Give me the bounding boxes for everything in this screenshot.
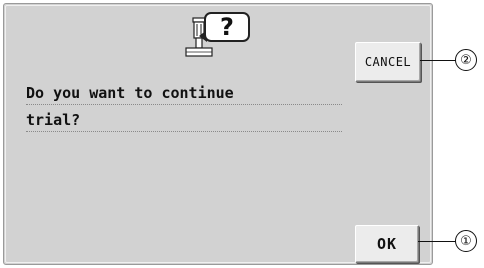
cancel-callout-number: ② — [455, 49, 477, 71]
cancel-callout-line — [420, 60, 456, 61]
message-line-2: trial? — [26, 111, 342, 132]
ok-button[interactable]: OK — [355, 225, 419, 263]
dialog-panel: ? Do you want to continue trial? CANCEL … — [3, 3, 433, 265]
message-line-1: Do you want to continue — [26, 84, 342, 105]
cancel-button[interactable]: CANCEL — [355, 42, 421, 82]
ok-callout-line — [418, 241, 456, 242]
question-bubble-icon: ? — [204, 12, 250, 42]
ok-callout-number: ① — [455, 230, 477, 252]
